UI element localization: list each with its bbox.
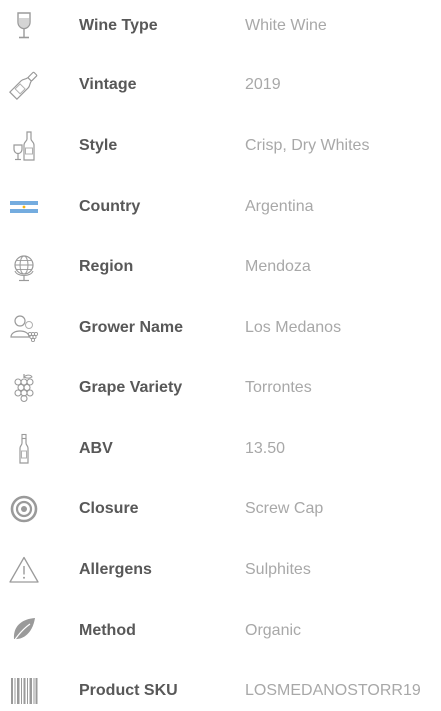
- spec-value: Screw Cap: [245, 500, 324, 517]
- spec-label: Allergens: [79, 561, 152, 578]
- spec-value: 2019: [245, 76, 281, 93]
- spec-label: ABV: [79, 440, 113, 457]
- spec-value: LOSMEDANOSTORR19: [245, 682, 421, 699]
- glass-and-bottle-icon: [8, 130, 40, 162]
- spec-row-vintage: Vintage 2019: [0, 65, 441, 105]
- wine-bottle-icon: [8, 69, 40, 101]
- spec-row-closure: Closure Screw Cap: [0, 489, 441, 529]
- spec-label: Product SKU: [79, 682, 178, 699]
- spec-label: Region: [79, 258, 134, 275]
- spec-label: Wine Type: [79, 17, 158, 34]
- spec-row-grower-name: Grower Name Los Medanos: [0, 308, 441, 348]
- spec-row-allergens: Allergens Sulphites: [0, 550, 441, 590]
- leaf-icon: [8, 615, 40, 647]
- spec-row-region: Region Mendoza: [0, 247, 441, 287]
- grower-icon: [8, 312, 40, 344]
- spec-label: Grape Variety: [79, 379, 183, 396]
- spec-value: Organic: [245, 622, 302, 639]
- grapes-icon: [8, 372, 40, 404]
- spec-value: 13.50: [245, 440, 286, 457]
- spec-value: Sulphites: [245, 561, 311, 578]
- spec-label: Style: [79, 137, 118, 154]
- warning-icon: [8, 554, 40, 586]
- spec-value: Argentina: [245, 198, 314, 215]
- spec-row-abv: ABV 13.50: [0, 429, 441, 469]
- spec-label: Closure: [79, 500, 139, 517]
- spec-value: Mendoza: [245, 258, 311, 275]
- spec-row-product-sku: Product SKU LOSMEDANOSTORR19: [0, 671, 441, 711]
- spec-label: Method: [79, 622, 136, 639]
- spec-label: Country: [79, 198, 141, 215]
- spec-row-grape-variety: Grape Variety Torrontes: [0, 368, 441, 408]
- globe-icon: [8, 251, 40, 283]
- spec-value: Crisp, Dry Whites: [245, 137, 370, 154]
- spec-value: Torrontes: [245, 379, 312, 396]
- spec-value: Los Medanos: [245, 319, 342, 336]
- argentina-flag-icon: [8, 191, 40, 223]
- spec-label: Grower Name: [79, 319, 184, 336]
- spec-label: Vintage: [79, 76, 137, 93]
- spec-row-style: Style Crisp, Dry Whites: [0, 126, 441, 166]
- spec-row-country: Country Argentina: [0, 187, 441, 227]
- target-icon: [8, 493, 40, 525]
- product-specs-list: Wine Type White Wine Vintage 2019 Style …: [0, 0, 441, 704]
- spec-value: White Wine: [245, 17, 327, 34]
- bottle-icon: [8, 433, 40, 465]
- wine-glass-icon: [8, 10, 40, 42]
- spec-row-wine-type: Wine Type White Wine: [0, 6, 441, 46]
- spec-row-method: Method Organic: [0, 611, 441, 651]
- barcode-icon: [8, 675, 40, 707]
